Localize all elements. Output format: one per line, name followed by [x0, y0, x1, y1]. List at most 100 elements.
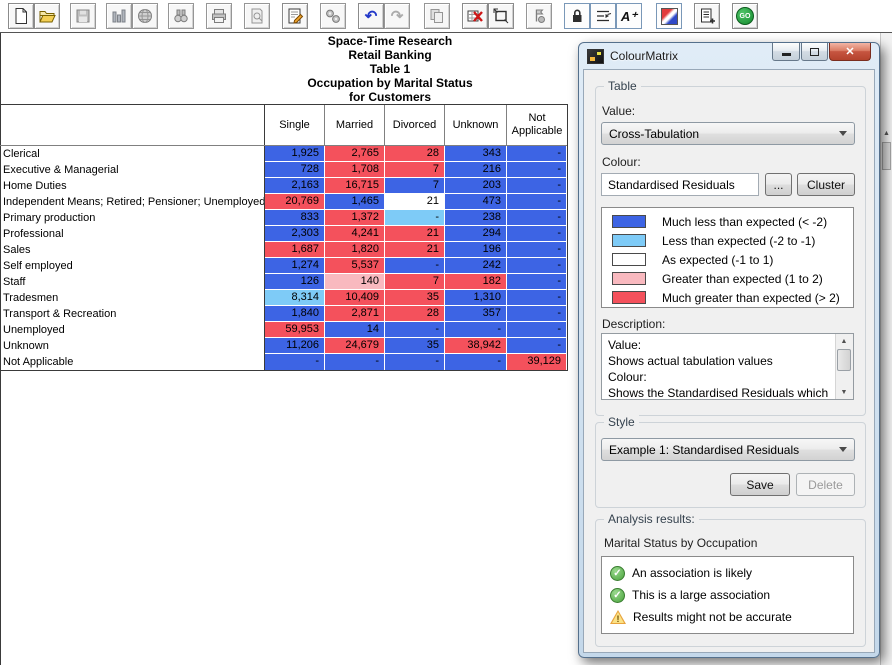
row-header[interactable]: Transport & Recreation: [0, 306, 265, 322]
row-header[interactable]: Home Duties: [0, 178, 265, 194]
lock-button[interactable]: [564, 3, 590, 29]
row-header[interactable]: Clerical: [0, 146, 265, 162]
table-cell[interactable]: 7: [385, 274, 445, 290]
table-cell[interactable]: 39,129: [507, 354, 567, 370]
table-cell[interactable]: 1,925: [265, 146, 325, 162]
table-cell[interactable]: 1,708: [325, 162, 385, 178]
scrollbar-thumb[interactable]: [882, 142, 891, 170]
table-cell[interactable]: -: [507, 306, 567, 322]
table-cell[interactable]: 7: [385, 178, 445, 194]
table-cell[interactable]: 203: [445, 178, 507, 194]
table-cell[interactable]: -: [265, 354, 325, 370]
table-cell[interactable]: -: [507, 146, 567, 162]
table-cell[interactable]: 24,679: [325, 338, 385, 354]
table-cell[interactable]: -: [385, 258, 445, 274]
row-header[interactable]: Independent Means; Retired; Pensioner; U…: [0, 194, 265, 210]
row-header[interactable]: Unknown: [0, 338, 265, 354]
row-header[interactable]: Executive & Managerial: [0, 162, 265, 178]
table-cell[interactable]: 728: [265, 162, 325, 178]
description-scrollbar[interactable]: ▲ ▼: [835, 334, 853, 399]
table-cell[interactable]: 59,953: [265, 322, 325, 338]
scroll-down-icon[interactable]: ▼: [836, 385, 852, 399]
table-cell[interactable]: 16,715: [325, 178, 385, 194]
table-cell[interactable]: 473: [445, 194, 507, 210]
table-cell[interactable]: 2,163: [265, 178, 325, 194]
table-cell[interactable]: 1,465: [325, 194, 385, 210]
table-cell[interactable]: 2,303: [265, 226, 325, 242]
table-cell[interactable]: 1,687: [265, 242, 325, 258]
table-cell[interactable]: 833: [265, 210, 325, 226]
table-cell[interactable]: 35: [385, 338, 445, 354]
table-cell[interactable]: 35: [385, 290, 445, 306]
colour-matrix-button[interactable]: [656, 3, 682, 29]
table-cell[interactable]: 11,206: [265, 338, 325, 354]
table-cell[interactable]: 10,409: [325, 290, 385, 306]
table-cell[interactable]: -: [507, 322, 567, 338]
add-document-button[interactable]: [694, 3, 720, 29]
main-vertical-scrollbar[interactable]: ▲: [880, 33, 892, 665]
undo-button[interactable]: ↶: [358, 3, 384, 29]
row-header[interactable]: Primary production: [0, 210, 265, 226]
table-cell[interactable]: 4,241: [325, 226, 385, 242]
cluster-button[interactable]: Cluster: [797, 173, 855, 196]
table-cell[interactable]: -: [385, 354, 445, 370]
table-cell[interactable]: 216: [445, 162, 507, 178]
delete-button[interactable]: Delete: [796, 473, 855, 496]
table-cell[interactable]: -: [507, 338, 567, 354]
minimize-button[interactable]: [772, 43, 800, 61]
table-cell[interactable]: -: [385, 322, 445, 338]
table-cell[interactable]: 343: [445, 146, 507, 162]
table-cell[interactable]: -: [507, 226, 567, 242]
table-cell[interactable]: 1,372: [325, 210, 385, 226]
table-cell[interactable]: 2,765: [325, 146, 385, 162]
table-cell[interactable]: 294: [445, 226, 507, 242]
table-cell[interactable]: 1,274: [265, 258, 325, 274]
table-cell[interactable]: 1,310: [445, 290, 507, 306]
table-cell[interactable]: -: [507, 162, 567, 178]
scroll-up-icon[interactable]: ▲: [836, 334, 852, 348]
column-header-not-applicable[interactable]: Not Applicable: [507, 105, 567, 145]
table-cell[interactable]: -: [445, 354, 507, 370]
table-cell[interactable]: 20,769: [265, 194, 325, 210]
row-header[interactable]: Self employed: [0, 258, 265, 274]
go-button[interactable]: GO: [732, 3, 758, 29]
close-button[interactable]: ✕: [829, 43, 871, 61]
table-cell[interactable]: 14: [325, 322, 385, 338]
scroll-up-icon[interactable]: ▲: [881, 126, 892, 141]
table-cell[interactable]: 242: [445, 258, 507, 274]
table-cell[interactable]: -: [507, 274, 567, 290]
row-header[interactable]: Not Applicable: [0, 354, 265, 370]
table-cell[interactable]: -: [445, 322, 507, 338]
table-cell[interactable]: 5,537: [325, 258, 385, 274]
table-cell[interactable]: 38,942: [445, 338, 507, 354]
table-cell[interactable]: 28: [385, 146, 445, 162]
table-cell[interactable]: -: [507, 242, 567, 258]
browse-button[interactable]: ...: [765, 173, 792, 196]
row-header[interactable]: Tradesmen: [0, 290, 265, 306]
table-cell[interactable]: 182: [445, 274, 507, 290]
table-cell[interactable]: 8,314: [265, 290, 325, 306]
column-header-single[interactable]: Single: [265, 105, 325, 145]
resize-table-button[interactable]: [488, 3, 514, 29]
row-header[interactable]: Staff: [0, 274, 265, 290]
open-file-button[interactable]: [34, 3, 60, 29]
row-header[interactable]: Unemployed: [0, 322, 265, 338]
table-cell[interactable]: -: [507, 290, 567, 306]
table-cell[interactable]: -: [507, 178, 567, 194]
table-cell[interactable]: -: [507, 258, 567, 274]
table-cell[interactable]: 21: [385, 242, 445, 258]
row-header[interactable]: Sales: [0, 242, 265, 258]
table-cell[interactable]: -: [325, 354, 385, 370]
maximize-button[interactable]: [801, 43, 828, 61]
table-cell[interactable]: -: [507, 210, 567, 226]
row-header[interactable]: Professional: [0, 226, 265, 242]
table-cell[interactable]: 7: [385, 162, 445, 178]
scrollbar-thumb[interactable]: [837, 349, 851, 371]
value-dropdown[interactable]: Cross-Tabulation: [601, 122, 855, 145]
table-cell[interactable]: 196: [445, 242, 507, 258]
table-cell[interactable]: 1,820: [325, 242, 385, 258]
table-cell[interactable]: -: [385, 210, 445, 226]
style-dropdown[interactable]: Example 1: Standardised Residuals: [601, 438, 855, 461]
column-header-divorced[interactable]: Divorced: [385, 105, 445, 145]
new-document-button[interactable]: [8, 3, 34, 29]
